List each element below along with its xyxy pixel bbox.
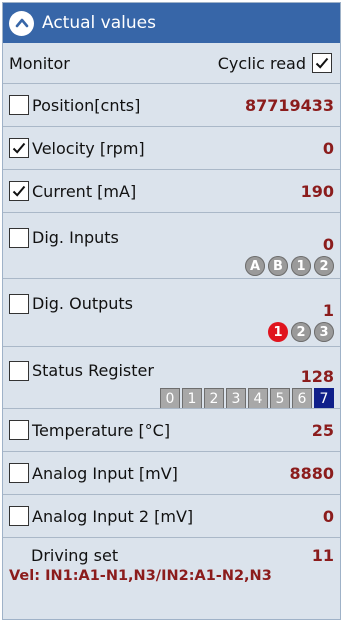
- status-bit-0: 0: [160, 388, 180, 409]
- dig-inputs-label: Dig. Inputs: [32, 228, 119, 247]
- cyclic-read-label: Cyclic read: [217, 53, 306, 73]
- analog-input-2-row: Analog Input 2 [mV] 0: [3, 494, 340, 537]
- dig-inputs-row: Dig. Inputs 0 A B 1 2: [3, 212, 340, 278]
- analog-input-row: Analog Input [mV] 8880: [3, 451, 340, 494]
- status-bit-7: 7: [314, 388, 334, 409]
- analog-input-2-label: Analog Input 2 [mV]: [32, 506, 194, 526]
- panel-title: Actual values: [42, 13, 156, 33]
- temperature-label: Temperature [°C]: [32, 420, 171, 440]
- driving-set-label: Driving set: [31, 546, 119, 565]
- dig-outputs-value: 1: [322, 301, 334, 320]
- panel-header[interactable]: Actual values: [3, 3, 340, 43]
- status-bit-5: 5: [270, 388, 290, 409]
- position-row: Position[cnts] 87719433: [3, 83, 340, 126]
- driving-set-section: Driving set 11 Vel: IN1:A1-N1,N3/IN2:A1-…: [3, 537, 340, 584]
- status-bit-2: 2: [204, 388, 224, 409]
- velocity-checkbox[interactable]: [9, 138, 29, 158]
- status-register-value: 128: [300, 367, 334, 386]
- position-label: Position[cnts]: [32, 95, 141, 115]
- driving-set-velocity-text: Vel: IN1:A1-N1,N3/IN2:A1-N2,N3: [9, 568, 272, 584]
- status-register-label: Status Register: [32, 361, 154, 380]
- analog-input-label: Analog Input [mV]: [32, 463, 178, 483]
- input-bubble-a: A: [245, 256, 265, 276]
- temperature-value: 25: [311, 420, 334, 440]
- velocity-label: Velocity [rpm]: [32, 138, 145, 158]
- analog-input-value: 8880: [289, 463, 334, 483]
- output-bubble-1: 1: [268, 322, 288, 342]
- driving-set-value: 11: [311, 546, 334, 565]
- analog-input-checkbox[interactable]: [9, 463, 29, 483]
- actual-values-panel: Actual values Monitor Cyclic read Positi…: [2, 2, 341, 620]
- status-bit-3: 3: [226, 388, 246, 409]
- analog-input-2-checkbox[interactable]: [9, 506, 29, 526]
- dig-outputs-row: Dig. Outputs 1 1 2 3: [3, 278, 340, 346]
- current-label: Current [mA]: [32, 181, 137, 201]
- status-bit-1: 1: [182, 388, 202, 409]
- current-checkbox[interactable]: [9, 181, 29, 201]
- temperature-row: Temperature [°C] 25: [3, 408, 340, 451]
- status-register-row: Status Register 128 0 1 2 3 4 5 6 7: [3, 346, 340, 409]
- dig-inputs-checkbox[interactable]: [9, 227, 29, 248]
- input-bubble-b: B: [268, 256, 288, 276]
- dig-inputs-value: 0: [322, 235, 334, 254]
- monitor-label: Monitor: [9, 53, 70, 73]
- current-value: 190: [300, 181, 334, 201]
- monitor-row: Monitor Cyclic read: [3, 43, 340, 83]
- output-bubble-2: 2: [291, 322, 311, 342]
- dig-outputs-label: Dig. Outputs: [32, 294, 134, 313]
- velocity-value: 0: [322, 138, 334, 158]
- position-value: 87719433: [244, 95, 334, 115]
- output-bubble-3: 3: [314, 322, 334, 342]
- status-bit-4: 4: [248, 388, 268, 409]
- chevron-up-icon[interactable]: [9, 10, 34, 36]
- status-bit-6: 6: [292, 388, 312, 409]
- dig-outputs-checkbox[interactable]: [9, 293, 29, 314]
- cyclic-read-checkbox[interactable]: [312, 53, 332, 73]
- status-register-checkbox[interactable]: [9, 360, 29, 381]
- current-row: Current [mA] 190: [3, 169, 340, 212]
- input-bubble-2: 2: [314, 256, 334, 276]
- temperature-checkbox[interactable]: [9, 420, 29, 440]
- velocity-row: Velocity [rpm] 0: [3, 126, 340, 169]
- position-checkbox[interactable]: [9, 95, 29, 115]
- input-bubble-1: 1: [291, 256, 311, 276]
- analog-input-2-value: 0: [322, 506, 334, 526]
